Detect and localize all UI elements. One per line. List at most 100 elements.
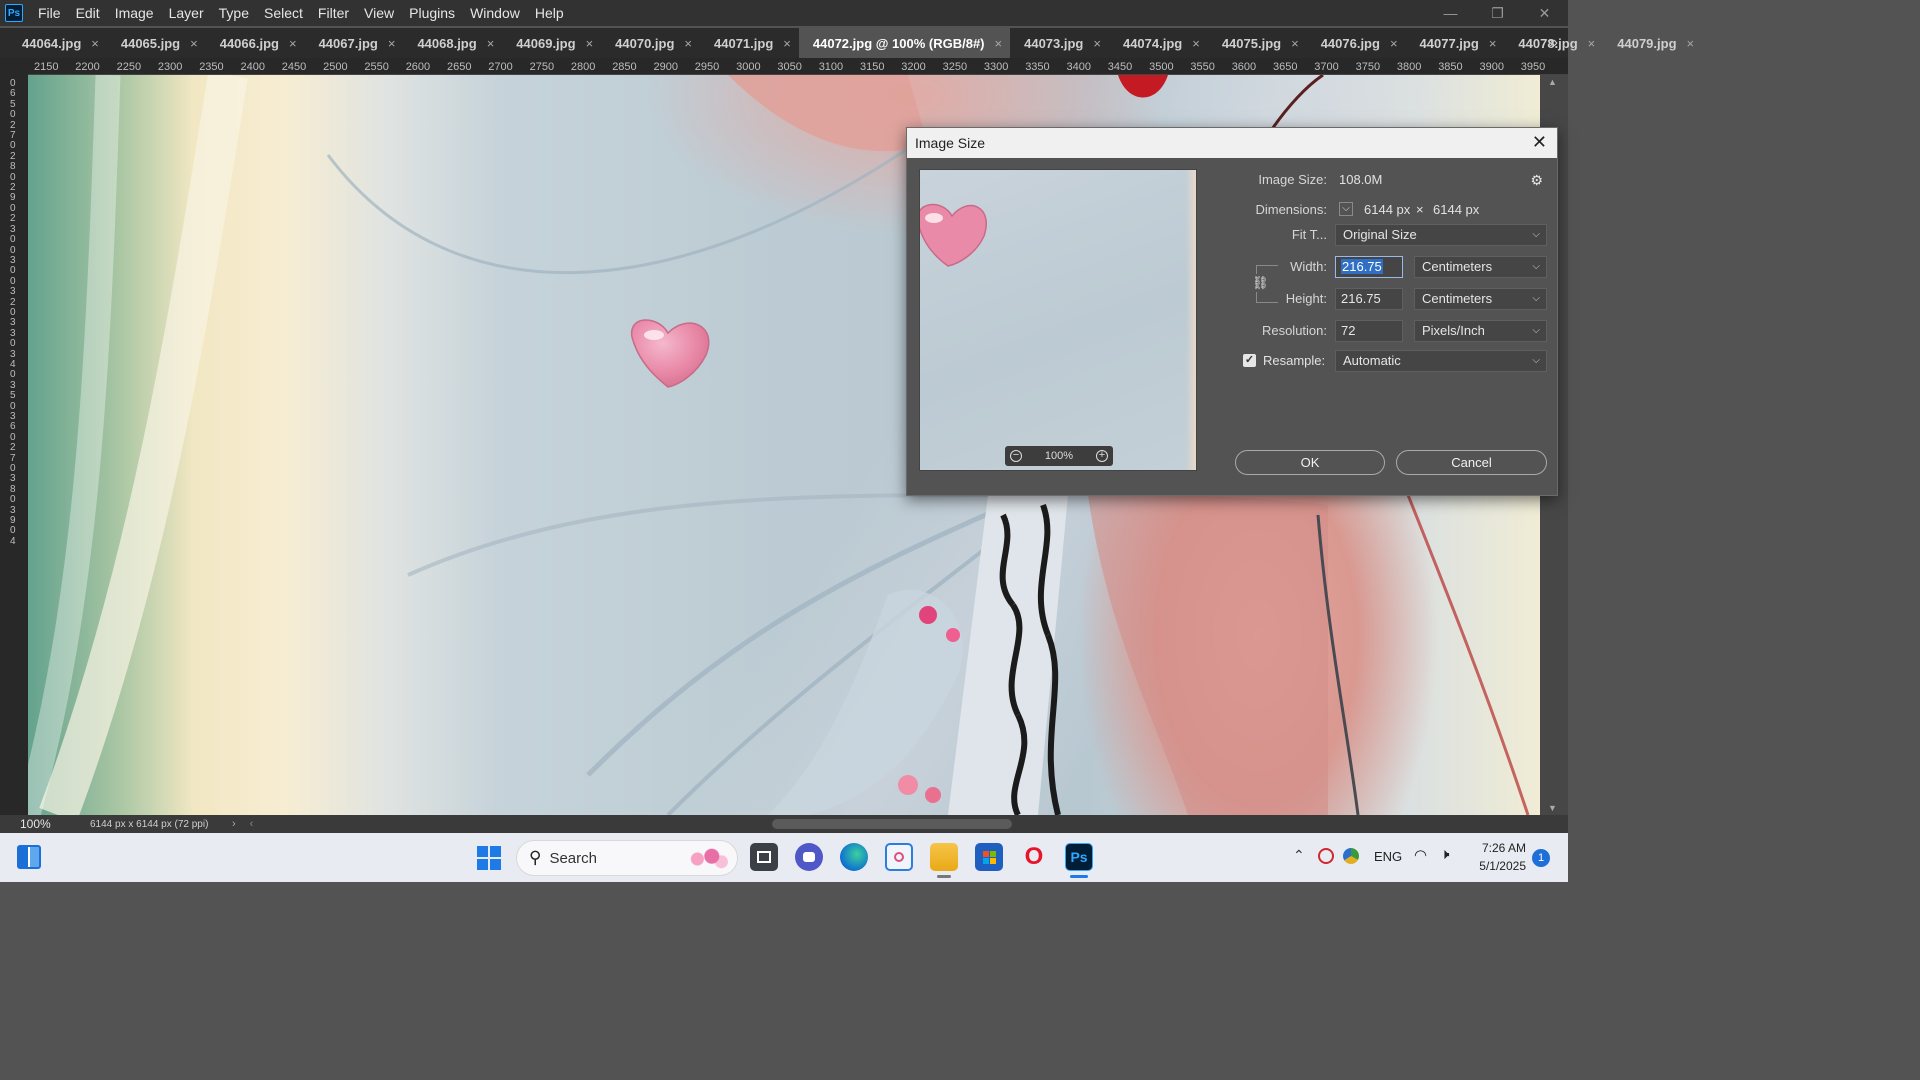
menu-view[interactable]: View (357, 0, 402, 26)
tab-label: 44069.jpg (516, 35, 576, 51)
vertical-ruler[interactable]: 0650270280290230030032033034035036027038… (0, 75, 28, 815)
resolution-input[interactable]: 72 (1335, 320, 1403, 342)
taskbar-search-box[interactable]: ⚲ Search (516, 840, 738, 876)
close-window-button[interactable]: ✕ (1521, 0, 1568, 26)
document-tab[interactable]: 44069.jpg × (502, 28, 601, 58)
resample-checkbox[interactable]: ✓ (1243, 354, 1256, 367)
tab-close-icon[interactable]: × (995, 36, 1003, 51)
resample-select[interactable]: Automatic ⌵ (1335, 350, 1547, 372)
fit-to-select[interactable]: Original Size ⌵ (1335, 224, 1547, 246)
volume-muted-icon[interactable]: 🕨 (1440, 846, 1449, 863)
document-tab[interactable]: 44070.jpg × (601, 28, 700, 58)
document-tab[interactable]: 44066.jpg × (206, 28, 305, 58)
ruler-tick-label: 3750 (1355, 61, 1381, 73)
document-tab[interactable]: 44065.jpg × (107, 28, 206, 58)
document-tab[interactable]: 44072.jpg @ 100% (RGB/8#) × (798, 28, 1011, 58)
restore-button[interactable]: ❐ (1474, 0, 1521, 26)
tab-close-icon[interactable]: × (1192, 36, 1200, 51)
photoshop-taskbar-icon[interactable]: Ps (1065, 843, 1093, 871)
menu-image[interactable]: Image (108, 0, 162, 26)
scroll-up-icon[interactable]: ▲ (1548, 77, 1557, 87)
constrain-proportions-link-icon[interactable]: ⛓ (1252, 274, 1269, 292)
clock-date[interactable]: 5/1/2025 (1470, 859, 1526, 873)
horizontal-scrollbar-thumb[interactable] (772, 819, 1012, 829)
document-tab[interactable]: 44077.jpg × (1406, 28, 1505, 58)
windows-start-icon[interactable] (477, 846, 501, 870)
horizontal-ruler[interactable]: 2150 2200 2250 2300 2350 2400 2450 2500 2550 2600… (28, 58, 1568, 75)
document-tab[interactable]: 44073.jpg × (1010, 28, 1109, 58)
tab-close-icon[interactable]: × (487, 36, 495, 51)
zoom-level[interactable]: 100% (0, 817, 62, 831)
document-tab[interactable]: 44076.jpg × (1307, 28, 1406, 58)
gear-icon[interactable]: ⚙ (1530, 172, 1543, 189)
menu-file[interactable]: File (31, 0, 69, 26)
tab-close-icon[interactable]: × (684, 36, 692, 51)
dimensions-unit-chevron-icon[interactable]: ⌵ (1339, 202, 1353, 216)
notification-badge[interactable]: 1 (1532, 849, 1550, 867)
ok-button[interactable]: OK (1235, 450, 1385, 475)
document-tab[interactable]: 44075.jpg × (1208, 28, 1307, 58)
menu-help[interactable]: Help (528, 0, 572, 26)
file-explorer-icon[interactable] (930, 843, 958, 871)
document-tab[interactable]: 44064.jpg × (8, 28, 107, 58)
opera-browser-icon[interactable]: O (1020, 843, 1048, 871)
menu-plugins[interactable]: Plugins (402, 0, 463, 26)
document-tab[interactable]: 44074.jpg × (1109, 28, 1208, 58)
document-tab[interactable]: 44068.jpg × (403, 28, 502, 58)
height-input[interactable]: 216.75 (1335, 288, 1403, 310)
task-view-icon[interactable] (750, 843, 778, 871)
clock-time[interactable]: 7:26 AM (1478, 841, 1526, 855)
language-indicator[interactable]: ENG (1374, 849, 1402, 864)
menu-type[interactable]: Type (212, 0, 257, 26)
ruler-origin[interactable] (0, 58, 28, 75)
document-tab[interactable]: 44079.jpg × (1603, 28, 1702, 58)
width-input[interactable]: 216.75 (1335, 256, 1403, 278)
tab-close-icon[interactable]: × (388, 36, 396, 51)
tab-overflow-icon[interactable]: » (1549, 30, 1558, 56)
widgets-icon[interactable] (17, 845, 41, 869)
tab-close-icon[interactable]: × (1687, 36, 1695, 51)
tab-close-icon[interactable]: × (1489, 36, 1497, 51)
app-tray-icon[interactable] (1343, 848, 1359, 864)
edge-browser-icon[interactable] (840, 843, 868, 871)
tab-close-icon[interactable]: × (190, 36, 198, 51)
resolution-unit-select[interactable]: Pixels/Inch ⌵ (1414, 320, 1547, 342)
menu-window[interactable]: Window (463, 0, 528, 26)
menu-filter[interactable]: Filter (311, 0, 357, 26)
status-menu-arrow-icon[interactable]: › (232, 818, 236, 830)
tab-close-icon[interactable]: × (1390, 36, 1398, 51)
tab-close-icon[interactable]: × (1291, 36, 1299, 51)
scroll-left-icon[interactable]: ‹ (250, 818, 254, 830)
zoom-out-icon[interactable]: − (1010, 450, 1022, 462)
document-tab[interactable]: 44067.jpg × (305, 28, 404, 58)
dialog-close-icon[interactable]: ✕ (1532, 132, 1547, 153)
cancel-button[interactable]: Cancel (1396, 450, 1547, 475)
width-unit-select[interactable]: Centimeters ⌵ (1414, 256, 1547, 278)
menu-layer[interactable]: Layer (162, 0, 212, 26)
tab-label: 44078.jpg (1518, 35, 1578, 51)
teams-chat-icon[interactable] (795, 843, 823, 871)
menu-select[interactable]: Select (257, 0, 311, 26)
dimension-height-px: 6144 px (1433, 202, 1480, 217)
tab-close-icon[interactable]: × (586, 36, 594, 51)
wifi-icon[interactable]: ◠ (1414, 846, 1427, 864)
vpn-tray-icon[interactable] (1318, 848, 1334, 864)
tab-close-icon[interactable]: × (1093, 36, 1101, 51)
zoom-in-icon[interactable]: + (1095, 450, 1108, 462)
height-unit-select[interactable]: Centimeters ⌵ (1414, 288, 1547, 310)
photoshop-logo-icon[interactable]: Ps (5, 4, 23, 22)
dialog-titlebar[interactable]: Image Size (907, 128, 1557, 158)
tab-close-icon[interactable]: × (91, 36, 99, 51)
scroll-down-icon[interactable]: ▼ (1548, 803, 1557, 813)
menu-edit[interactable]: Edit (69, 0, 108, 26)
image-preview[interactable]: − 100% + (919, 169, 1197, 471)
microsoft-store-icon[interactable] (975, 843, 1003, 871)
tray-overflow-chevron-icon[interactable]: ⌃ (1293, 847, 1305, 864)
minimize-button[interactable]: — (1427, 0, 1474, 26)
document-tab[interactable]: 44071.jpg × (700, 28, 799, 58)
tab-close-icon[interactable]: × (1588, 36, 1596, 51)
tab-close-icon[interactable]: × (289, 36, 297, 51)
tab-close-icon[interactable]: × (783, 36, 791, 51)
snipping-tool-icon[interactable] (885, 843, 913, 871)
search-icon: ⚲ (529, 848, 542, 867)
